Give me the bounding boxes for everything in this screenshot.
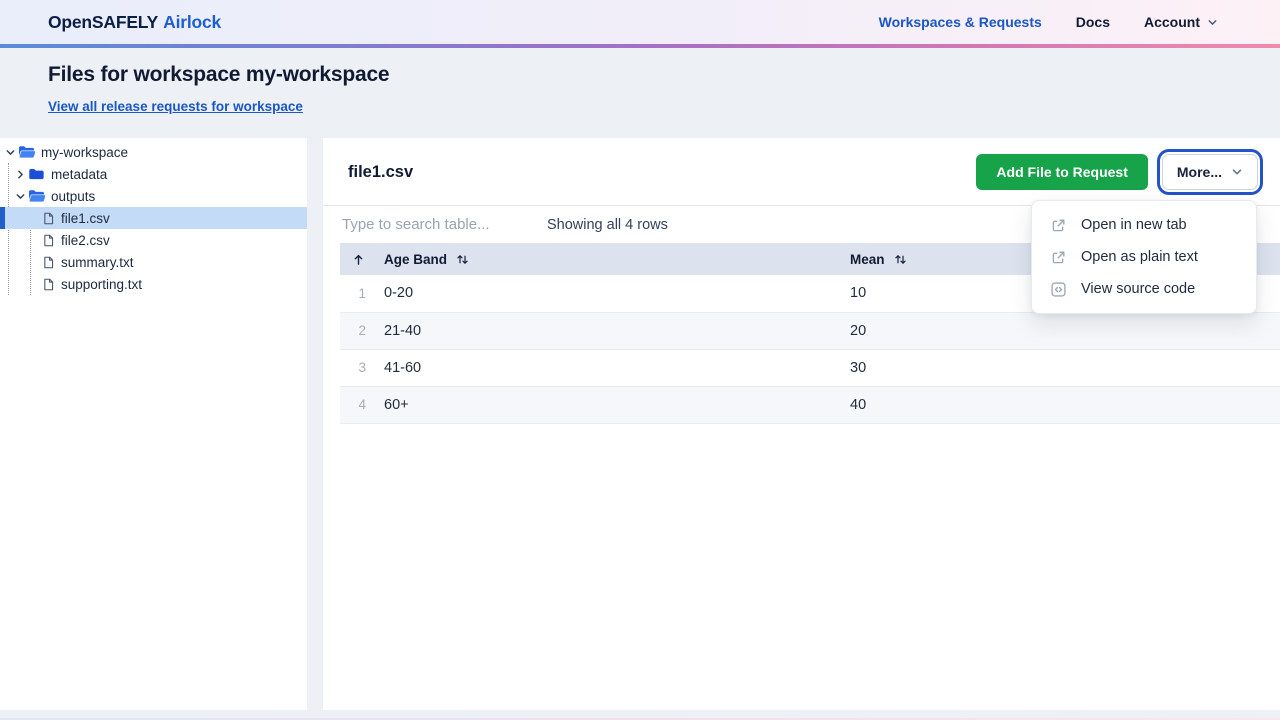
file-actions: Add File to Request More...: [976, 154, 1258, 190]
sort-ascending-icon: [352, 253, 365, 266]
table-row: 3 41-60 30: [340, 349, 1280, 386]
nav-links: Workspaces & Requests Docs Account: [879, 14, 1218, 30]
add-file-to-request-button[interactable]: Add File to Request: [976, 154, 1147, 190]
cell-row-index: 1: [340, 275, 376, 312]
view-release-requests-link[interactable]: View all release requests for workspace: [48, 99, 303, 114]
table-row: 2 21-40 20: [340, 312, 1280, 349]
tree-item-my-workspace[interactable]: my-workspace: [0, 141, 307, 163]
account-menu-button[interactable]: Account: [1144, 14, 1218, 30]
menu-item-label: View source code: [1081, 281, 1195, 297]
chevron-down-icon: [1207, 17, 1218, 28]
tree-item-file2-csv[interactable]: file2.csv: [0, 229, 307, 251]
file-panel-header: file1.csv Add File to Request More...: [323, 138, 1280, 205]
tree-item-label: summary.txt: [61, 255, 134, 270]
cell-row-index: 3: [340, 349, 376, 386]
tree-item-metadata[interactable]: metadata: [0, 163, 307, 185]
tree-item-file1-csv[interactable]: file1.csv: [0, 207, 307, 229]
file-tree-sidebar: my-workspace metadata outputs file: [0, 138, 307, 710]
more-dropdown-menu: Open in new tab Open as plain text View …: [1031, 200, 1257, 314]
col-header-label: Age Band: [384, 252, 447, 267]
nav-link-docs[interactable]: Docs: [1076, 14, 1110, 30]
col-header-age-band[interactable]: Age Band: [376, 243, 842, 275]
cell-mean: 20: [842, 312, 1280, 349]
chevron-down-icon: [1231, 166, 1243, 178]
file-icon: [42, 255, 55, 270]
search-input[interactable]: [340, 215, 530, 234]
top-navbar: OpenSAFELYAirlock Workspaces & Requests …: [0, 0, 1280, 44]
folder-closed-icon: [28, 167, 45, 181]
brand-primary: OpenSAFELY: [48, 12, 158, 32]
cell-mean: 30: [842, 349, 1280, 386]
menu-item-open-plain-text[interactable]: Open as plain text: [1032, 241, 1256, 273]
more-button[interactable]: More...: [1162, 154, 1258, 190]
cell-row-index: 4: [340, 386, 376, 423]
account-menu-label: Account: [1144, 14, 1200, 30]
tree-item-label: my-workspace: [41, 145, 128, 160]
tree-item-outputs[interactable]: outputs: [0, 185, 307, 207]
cell-age-band: 21-40: [376, 312, 842, 349]
col-header-label: Mean: [850, 252, 885, 267]
chevron-down-icon[interactable]: [12, 191, 28, 202]
chevron-down-icon[interactable]: [2, 147, 18, 158]
folder-open-icon: [18, 145, 35, 159]
tree-item-supporting-txt[interactable]: supporting.txt: [0, 273, 307, 295]
tree-item-label: outputs: [51, 189, 95, 204]
chevron-right-icon[interactable]: [12, 169, 28, 180]
file-icon: [42, 211, 55, 226]
external-link-icon: [1050, 217, 1067, 234]
tree-item-label: file2.csv: [61, 233, 110, 248]
nav-link-workspaces-requests[interactable]: Workspaces & Requests: [879, 14, 1042, 30]
col-header-row-index[interactable]: [340, 243, 376, 275]
cell-mean: 40: [842, 386, 1280, 423]
menu-item-view-source-code[interactable]: View source code: [1032, 273, 1256, 305]
tree-item-label: supporting.txt: [61, 277, 142, 292]
menu-item-open-new-tab[interactable]: Open in new tab: [1032, 209, 1256, 241]
sort-toggle-icon: [894, 253, 907, 266]
source-code-icon: [1050, 281, 1067, 298]
table-row: 4 60+ 40: [340, 386, 1280, 423]
cell-row-index: 2: [340, 312, 376, 349]
tree-item-label: metadata: [51, 167, 107, 182]
brand-logo[interactable]: OpenSAFELYAirlock: [48, 12, 221, 33]
file-icon: [42, 277, 55, 292]
row-count-status: Showing all 4 rows: [547, 217, 668, 233]
external-link-icon: [1050, 249, 1067, 266]
tree-item-summary-txt[interactable]: summary.txt: [0, 251, 307, 273]
menu-item-label: Open in new tab: [1081, 217, 1187, 233]
cell-age-band: 60+: [376, 386, 842, 423]
cell-age-band: 41-60: [376, 349, 842, 386]
cell-age-band: 0-20: [376, 275, 842, 312]
page-title: Files for workspace my-workspace: [48, 63, 1232, 87]
menu-item-label: Open as plain text: [1081, 249, 1198, 265]
folder-open-icon: [28, 189, 45, 203]
sort-toggle-icon: [456, 253, 469, 266]
file-icon: [42, 233, 55, 248]
tree-item-label: file1.csv: [61, 211, 110, 226]
page-header: Files for workspace my-workspace View al…: [0, 48, 1280, 138]
brand-secondary: Airlock: [163, 12, 221, 32]
file-title: file1.csv: [348, 163, 413, 182]
more-button-label: More...: [1177, 164, 1222, 180]
